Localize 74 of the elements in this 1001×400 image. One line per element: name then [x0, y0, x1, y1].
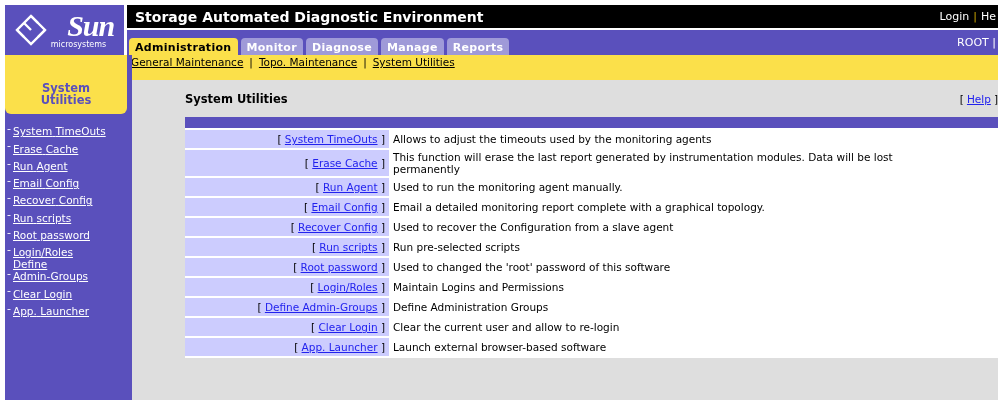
- separator: |: [249, 56, 253, 68]
- utility-link[interactable]: Email Config: [311, 201, 378, 213]
- bullet: -: [7, 300, 11, 317]
- header-link[interactable]: He: [980, 10, 996, 23]
- utility-link[interactable]: System TimeOuts: [284, 133, 378, 145]
- bracket: ]: [379, 301, 385, 313]
- bullet: -: [7, 172, 11, 189]
- separator: |: [973, 10, 977, 23]
- sidebar-link[interactable]: Erase Cache: [13, 142, 79, 155]
- utility-link[interactable]: Run scripts: [319, 241, 378, 253]
- bracket: [: [293, 261, 299, 273]
- bracket: [: [277, 133, 283, 145]
- bullet: -: [7, 283, 11, 300]
- help-link[interactable]: Help: [966, 92, 991, 105]
- sidebar-link[interactable]: Email Config: [13, 177, 80, 190]
- utility-link[interactable]: Root password: [300, 261, 378, 273]
- bullet: -: [7, 266, 11, 283]
- bracket: ]: [379, 241, 385, 253]
- sidebar-link[interactable]: Run scripts: [13, 211, 72, 224]
- bracket: ]: [379, 133, 385, 145]
- bracket: [: [257, 301, 263, 313]
- bracket: ]: [379, 181, 385, 193]
- bullet: -: [7, 121, 11, 137]
- page-title: System Utilities: [185, 91, 288, 106]
- sidebar-link[interactable]: Recover Config: [13, 194, 93, 207]
- separator: |: [363, 56, 367, 68]
- logo-icon: [14, 14, 47, 46]
- bracket: ]: [379, 221, 385, 233]
- bracket: [: [303, 201, 310, 213]
- utility-link[interactable]: Clear Login: [318, 321, 378, 333]
- utility-link[interactable]: Erase Cache: [312, 157, 378, 169]
- sidebar-link[interactable]: Clear Login: [13, 287, 73, 300]
- user-label: ROOT |: [957, 36, 996, 49]
- bracket: ]: [379, 201, 385, 213]
- utility-link[interactable]: Define Admin-Groups: [264, 301, 378, 313]
- utility-link[interactable]: Recover Config: [298, 221, 378, 233]
- bracket: ]: [379, 281, 385, 293]
- bullet: -: [7, 190, 11, 207]
- bracket: [: [304, 157, 310, 169]
- logo-text: Sun: [67, 11, 115, 40]
- bullet: -: [7, 224, 11, 241]
- sidebar-link[interactable]: Root password: [13, 229, 90, 242]
- bullet: -: [7, 138, 11, 155]
- bracket: ]: [379, 261, 385, 273]
- bullet: -: [7, 242, 11, 259]
- header-link[interactable]: Login: [939, 10, 970, 23]
- utility-link[interactable]: App. Launcher: [301, 341, 378, 353]
- bracket: [: [311, 321, 317, 333]
- sidebar-link[interactable]: System TimeOuts: [13, 125, 106, 138]
- nav-tab[interactable]: Administration: [129, 38, 238, 55]
- bracket: ]: [379, 341, 385, 353]
- sidebar-link[interactable]: App. Launcher: [13, 304, 89, 317]
- subnav-link[interactable]: System Utilities: [372, 56, 455, 68]
- utility-link[interactable]: Login/Roles: [317, 281, 378, 293]
- utility-link[interactable]: Run Agent: [323, 181, 378, 193]
- subnav-link[interactable]: General Maintenance: [131, 56, 244, 68]
- sidebar-link[interactable]: Login/Roles: [13, 246, 73, 259]
- bracket: [: [315, 181, 321, 193]
- bracket: [: [294, 341, 300, 353]
- app-title: Storage Automated Diagnostic Environment: [135, 8, 484, 25]
- bracket: [: [290, 221, 296, 233]
- bracket: ]: [379, 321, 385, 333]
- bracket: [: [959, 92, 964, 105]
- sidebar-title: System Utilities: [5, 55, 127, 114]
- sidebar-link[interactable]: Run Agent: [13, 159, 68, 172]
- bracket: [: [311, 241, 318, 253]
- bracket: ]: [379, 157, 385, 169]
- bracket: ]: [993, 92, 998, 105]
- logo-tagline: microsystems: [50, 39, 107, 49]
- bracket: [: [310, 281, 316, 293]
- bullet: -: [7, 155, 11, 172]
- sidebar-link[interactable]: Define Admin-Groups: [13, 258, 113, 283]
- bullet: -: [7, 207, 11, 224]
- subnav-link[interactable]: Topo. Maintenance: [258, 56, 358, 68]
